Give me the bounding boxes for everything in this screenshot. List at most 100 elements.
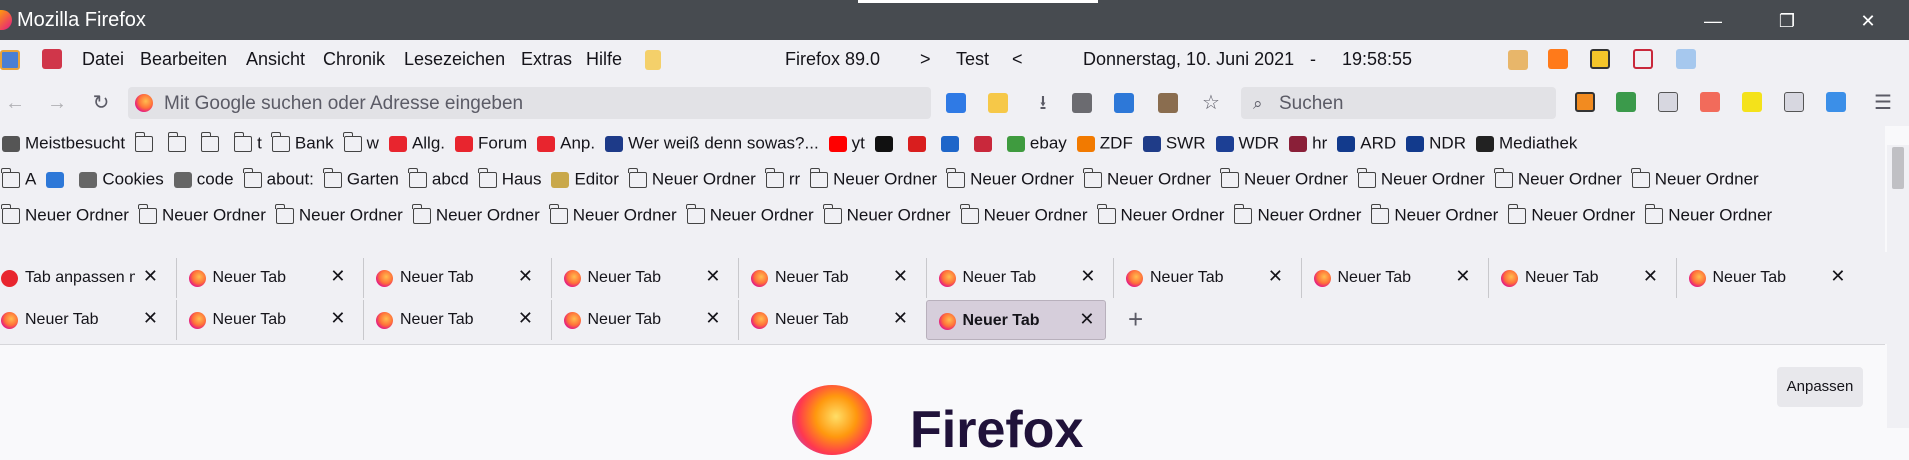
tab-close-icon[interactable]: ✕ bbox=[518, 266, 533, 287]
bookmark-item[interactable]: Neuer Ordner bbox=[1357, 167, 1485, 190]
bookmark-item[interactable] bbox=[874, 133, 898, 153]
bookmark-item[interactable]: Mediathek bbox=[1475, 133, 1577, 154]
tab-close-icon[interactable]: ✕ bbox=[893, 308, 908, 329]
bookmark-item[interactable]: Neuer Ordner bbox=[1233, 203, 1361, 226]
tab-close-icon[interactable]: ✕ bbox=[1643, 266, 1658, 287]
bookmark-item[interactable]: Haus bbox=[478, 167, 541, 190]
browser-tab[interactable]: Tab anpassen mit ✕ bbox=[0, 258, 168, 298]
tab-close-icon[interactable]: ✕ bbox=[330, 308, 345, 329]
bookmark-item[interactable]: Neuer Ordner bbox=[1370, 203, 1498, 226]
bookmark-item[interactable]: Editor bbox=[551, 169, 619, 190]
bookmark-item[interactable]: w bbox=[343, 131, 379, 154]
bookmark-item[interactable]: Neuer Ordner bbox=[412, 203, 540, 226]
bookmark-item[interactable]: Neuer Ordner bbox=[1644, 203, 1772, 226]
page-scrollbar[interactable] bbox=[1887, 344, 1909, 428]
menu-chronik[interactable]: Chronik bbox=[323, 49, 385, 70]
bookmark-item[interactable]: hr bbox=[1289, 133, 1327, 154]
browser-tab[interactable]: Neuer Tab ✕ bbox=[175, 258, 356, 298]
bookmark-item[interactable]: Anp. bbox=[537, 133, 595, 154]
browser-tab[interactable]: Neuer Tab ✕ bbox=[550, 300, 731, 340]
menu-ansicht[interactable]: Ansicht bbox=[246, 49, 305, 70]
bookmark-item[interactable]: Neuer Ordner bbox=[1507, 203, 1635, 226]
close-window-button[interactable]: ✕ bbox=[1855, 8, 1881, 34]
bookmark-item[interactable]: ebay bbox=[1006, 133, 1067, 154]
tab-close-icon[interactable]: ✕ bbox=[1079, 309, 1094, 330]
bookmark-item[interactable]: Bank bbox=[271, 131, 334, 154]
star-icon[interactable]: ☆ bbox=[1198, 90, 1224, 116]
inbox-icon[interactable] bbox=[1158, 93, 1178, 113]
addon-checklist-icon[interactable] bbox=[1616, 92, 1636, 112]
restore-button[interactable]: ❐ bbox=[1774, 8, 1800, 34]
download-icon[interactable]: ⭳ bbox=[1030, 90, 1056, 116]
browser-tab[interactable]: Neuer Tab ✕ bbox=[738, 258, 918, 298]
tab-close-icon[interactable]: ✕ bbox=[1830, 266, 1845, 287]
tab-close-icon[interactable]: ✕ bbox=[143, 266, 158, 287]
bookmark-item[interactable]: ZDF bbox=[1076, 133, 1133, 154]
sidebar-toggle-icon[interactable] bbox=[0, 50, 20, 70]
search-bar[interactable]: ⌕ Suchen bbox=[1241, 87, 1556, 119]
bookmark-item[interactable]: abcd bbox=[408, 167, 469, 190]
bookmark-item[interactable]: ARD bbox=[1337, 133, 1396, 154]
browser-tab[interactable]: Neuer Tab ✕ bbox=[738, 300, 918, 340]
addon-v2-icon[interactable] bbox=[1784, 92, 1804, 112]
tab-close-icon[interactable]: ✕ bbox=[330, 266, 345, 287]
tab-close-icon[interactable]: ✕ bbox=[893, 266, 908, 287]
tab-close-icon[interactable]: ✕ bbox=[705, 266, 720, 287]
bookmark-item[interactable]: Neuer Ordner bbox=[275, 203, 403, 226]
addon-orange-icon[interactable] bbox=[1548, 49, 1568, 69]
reload-icon[interactable]: ↻ bbox=[88, 90, 114, 116]
calendar-icon[interactable] bbox=[42, 49, 62, 69]
browser-tab[interactable]: Neuer Tab ✕ bbox=[550, 258, 731, 298]
browser-tab[interactable]: Neuer Tab ✕ bbox=[363, 300, 543, 340]
back-arrow-icon[interactable]: ← bbox=[2, 90, 28, 116]
addon-script-icon[interactable] bbox=[1590, 49, 1610, 69]
bookmark-item[interactable]: Neuer Ordner bbox=[138, 203, 266, 226]
bookmark-item[interactable] bbox=[167, 131, 191, 153]
bookmark-item[interactable] bbox=[907, 133, 931, 153]
hamburger-menu-icon[interactable]: ☰ bbox=[1870, 90, 1896, 116]
bookmark-item[interactable]: Neuer Ordner bbox=[823, 203, 951, 226]
menu-hilfe[interactable]: Hilfe bbox=[586, 49, 622, 70]
browser-tab[interactable]: Neuer Tab ✕ bbox=[925, 300, 1106, 340]
tab-close-icon[interactable]: ✕ bbox=[705, 308, 720, 329]
bookmark-item[interactable]: Neuer Ordner bbox=[549, 203, 677, 226]
browser-tab[interactable]: Neuer Tab ✕ bbox=[1300, 258, 1481, 298]
broom-icon[interactable] bbox=[1508, 50, 1528, 70]
bookmark-item[interactable]: Neuer Ordner bbox=[1494, 167, 1622, 190]
tab-close-icon[interactable]: ✕ bbox=[1268, 266, 1283, 287]
browser-tab[interactable]: Neuer Tab ✕ bbox=[0, 300, 168, 340]
bookmark-item[interactable]: Cookies bbox=[79, 169, 164, 190]
bookmark-item[interactable]: about: bbox=[243, 167, 314, 190]
addon-eraser-icon[interactable] bbox=[1700, 92, 1720, 112]
scrollbar-thumb[interactable] bbox=[1892, 147, 1904, 189]
tab-close-icon[interactable]: ✕ bbox=[1080, 266, 1095, 287]
minimize-button[interactable]: — bbox=[1700, 8, 1726, 34]
bookmark-item[interactable]: Allg. bbox=[388, 133, 445, 154]
menu-extras[interactable]: Extras bbox=[521, 49, 572, 70]
bookmark-item[interactable]: Neuer Ordner bbox=[809, 167, 937, 190]
forward-arrow-icon[interactable]: → bbox=[44, 90, 70, 116]
bookmarks-scrollbar[interactable] bbox=[1887, 145, 1909, 252]
bookmark-item[interactable]: Neuer Ordner bbox=[1220, 167, 1348, 190]
bookmark-item[interactable]: A bbox=[1, 167, 36, 190]
menu-datei[interactable]: Datei bbox=[82, 49, 124, 70]
bookmark-item[interactable]: SWR bbox=[1142, 133, 1206, 154]
bookmark-item[interactable]: Meistbesucht bbox=[2, 133, 125, 154]
bookmark-item[interactable]: Neuer Ordner bbox=[1096, 203, 1224, 226]
menu-lesezeichen[interactable]: Lesezeichen bbox=[404, 49, 505, 70]
tab-close-icon[interactable]: ✕ bbox=[1455, 266, 1470, 287]
bookmark-item[interactable]: Neuer Ordner bbox=[686, 203, 814, 226]
customize-button[interactable]: Anpassen bbox=[1777, 367, 1863, 407]
browser-tab[interactable]: Neuer Tab ✕ bbox=[175, 300, 356, 340]
bookmark-item[interactable]: Neuer Ordner bbox=[628, 167, 756, 190]
open-folder-icon[interactable] bbox=[988, 93, 1008, 113]
table-view-icon[interactable] bbox=[1114, 93, 1134, 113]
bookmark-item[interactable]: Forum bbox=[455, 133, 527, 154]
bookmark-item[interactable]: NDR bbox=[1406, 133, 1466, 154]
film-icon[interactable] bbox=[1072, 93, 1092, 113]
bookmark-item[interactable]: Neuer Ordner bbox=[959, 203, 1088, 226]
bookmark-item[interactable]: t bbox=[233, 131, 262, 154]
addon-v-icon[interactable] bbox=[1658, 92, 1678, 112]
bookmark-item[interactable]: Neuer Ordner bbox=[1631, 167, 1759, 190]
bookmark-item[interactable]: Neuer Ordner bbox=[1, 203, 129, 226]
